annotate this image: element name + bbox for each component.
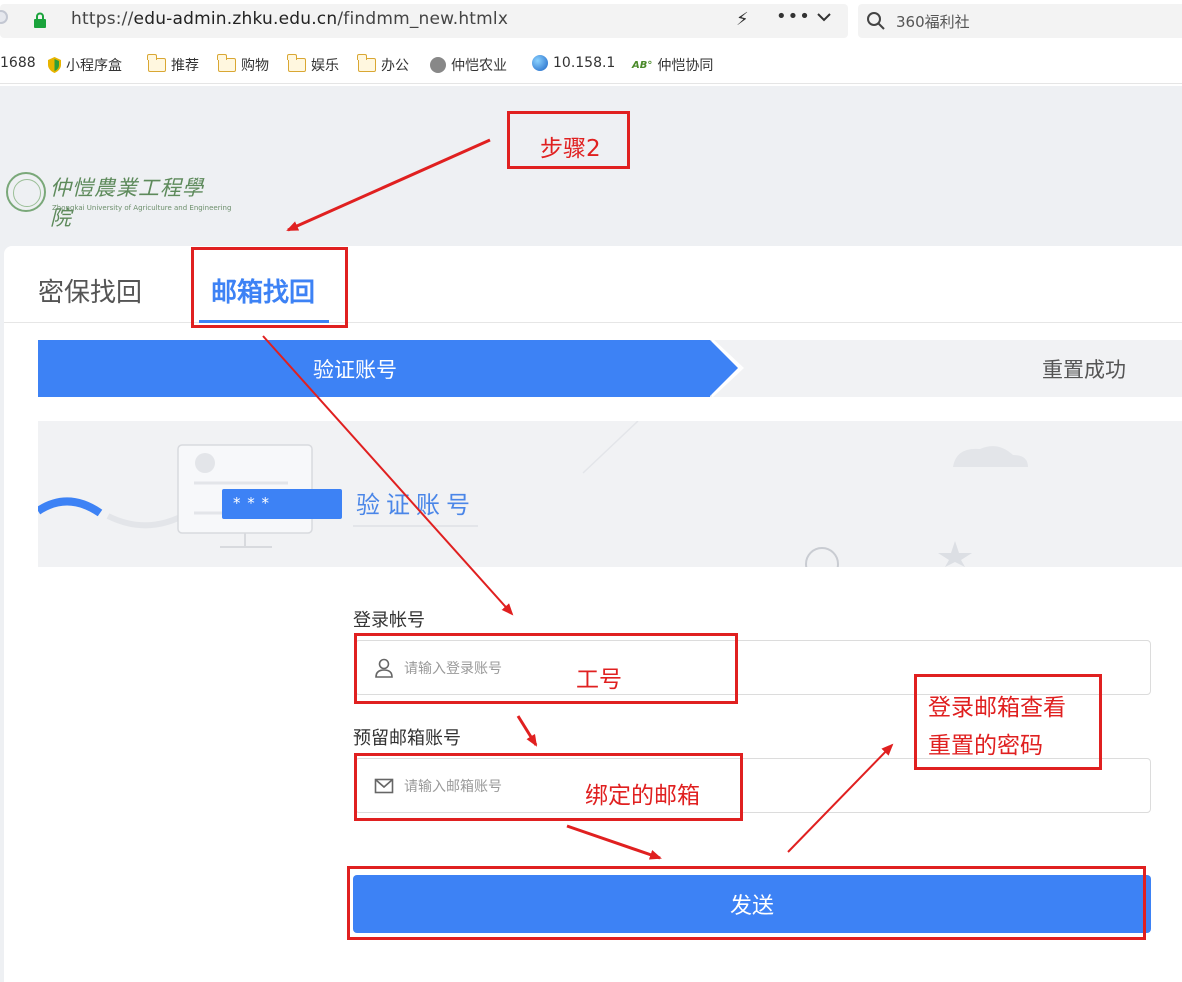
annotation-bound-email: 绑定的邮箱 [585, 783, 700, 809]
step-verify-label: 验证账号 [313, 358, 397, 382]
bookmark-miniprogram[interactable]: 小程序盒 [48, 55, 122, 75]
url-text[interactable]: https://edu-admin.zhku.edu.cn/findmm_new… [71, 9, 508, 29]
search-input[interactable]: 360福利社 [896, 11, 970, 32]
more-icon[interactable]: ••• [776, 6, 811, 27]
banner-illustration [38, 421, 1028, 567]
folder-icon [287, 54, 306, 72]
screenshot: https://edu-admin.zhku.edu.cn/findmm_new… [0, 0, 1182, 982]
lightning-icon[interactable]: ⚡ [736, 9, 749, 30]
seal-icon [6, 172, 46, 212]
bookmark-folder-shopping[interactable]: 购物 [217, 54, 269, 75]
bookmark-folder-recommend[interactable]: 推荐 [147, 54, 199, 75]
bookmark-ip[interactable]: 10.158.1 [532, 55, 615, 71]
bookmarks-bar: 1688 小程序盒 推荐 购物 娱乐 办公 仲恺农业 10.158.1 AB° 仲… [0, 44, 1182, 84]
annotation-check-email-line2: 重置的密码 [928, 733, 1043, 759]
chevron-down-icon[interactable] [814, 9, 834, 25]
step-arrow [710, 340, 738, 396]
bookmark-zhku-agri[interactable]: 仲恺农业 [430, 55, 507, 75]
bookmark-folder-office[interactable]: 办公 [357, 54, 409, 75]
annotation-email-tab-box [191, 247, 348, 328]
folder-icon [357, 54, 376, 72]
folder-icon [147, 54, 166, 72]
step-reset-success-label: 重置成功 [1042, 358, 1126, 382]
folder-icon [217, 54, 236, 72]
annotation-login-box [354, 633, 738, 704]
annotation-check-email-line1: 登录邮箱查看 [928, 695, 1066, 721]
login-account-label: 登录帐号 [353, 610, 425, 631]
bookmark-folder-entertainment[interactable]: 娱乐 [287, 54, 339, 75]
logo-english-name: Zhongkai University of Agriculture and E… [52, 204, 232, 212]
password-stars: * * * [233, 494, 271, 512]
annotation-employee-id: 工号 [576, 667, 622, 693]
search-icon[interactable] [866, 11, 886, 31]
lock-icon [34, 12, 46, 28]
shield-icon [48, 57, 61, 73]
browser-toolbar: https://edu-admin.zhku.edu.cn/findmm_new… [0, 0, 1182, 42]
bookmark-1688[interactable]: 1688 [0, 55, 36, 71]
email-account-label: 预留邮箱账号 [353, 728, 461, 749]
university-logo: 仲愷農業工程學院 Zhongkai University of Agricult… [6, 170, 231, 230]
app-icon: AB° [632, 59, 653, 71]
tab-security-question[interactable]: 密保找回 [38, 272, 142, 309]
annotation-send-box [347, 866, 1146, 940]
globe-icon [532, 55, 548, 71]
annotation-step2: 步骤2 [540, 136, 601, 162]
verify-banner: * * * [38, 421, 1182, 567]
logo-chinese-name: 仲愷農業工程學院 [50, 176, 204, 230]
globe-icon [430, 57, 446, 73]
bookmark-zhku-collab[interactable]: AB° 仲恺协同 [632, 55, 713, 75]
banner-title: 验证账号 [356, 491, 476, 519]
recovery-tabs: 密保找回 邮箱找回 [4, 246, 1182, 323]
